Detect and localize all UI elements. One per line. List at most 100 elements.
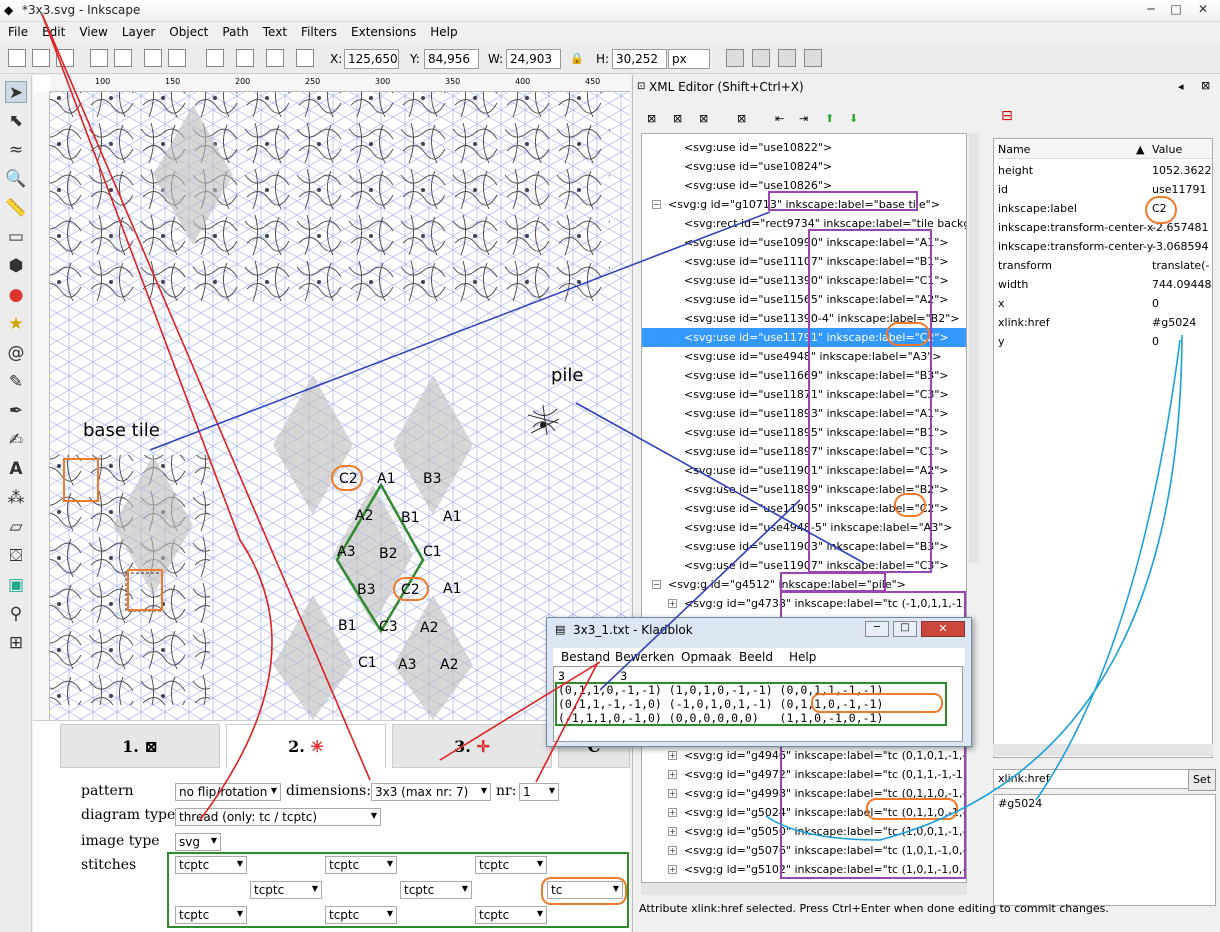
- star-tool-icon[interactable]: ★: [5, 313, 27, 335]
- image-type-select[interactable]: svg: [175, 833, 221, 851]
- notepad-menu-help[interactable]: Help: [789, 650, 816, 664]
- notepad-close-button[interactable]: ✕: [921, 621, 965, 637]
- attribute-row[interactable]: x0: [998, 294, 1212, 313]
- nr-spinner[interactable]: 1: [519, 783, 559, 801]
- menu-view[interactable]: View: [71, 23, 113, 39]
- calligraphy-tool-icon[interactable]: ✍: [5, 429, 27, 451]
- lower-to-bottom-icon[interactable]: [296, 49, 314, 67]
- notepad-minimize-button[interactable]: ─: [865, 621, 889, 637]
- raise-node-icon[interactable]: ⬆: [825, 112, 834, 125]
- stitch-select[interactable]: tcptc: [325, 906, 397, 924]
- attribute-name-input[interactable]: xlink:href: [993, 769, 1189, 789]
- dimensions-select[interactable]: 3x3 (max nr: 7): [371, 783, 491, 801]
- collapse-node-icon[interactable]: −: [652, 200, 661, 209]
- xml-tree-node[interactable]: <svg:use id="use10822">: [642, 138, 966, 157]
- tweak-tool-icon[interactable]: ≈: [5, 139, 27, 161]
- expand-node-icon[interactable]: +: [668, 846, 677, 855]
- menu-extensions[interactable]: Extensions: [343, 23, 422, 39]
- set-attribute-button[interactable]: Set: [1188, 769, 1216, 791]
- expand-node-icon[interactable]: +: [668, 808, 677, 817]
- notepad-maximize-button[interactable]: □: [893, 621, 917, 637]
- tree-horizontal-scrollbar[interactable]: [641, 883, 967, 895]
- raise-to-top-icon[interactable]: [206, 49, 224, 67]
- notepad-menu-bestand[interactable]: Bestand: [561, 650, 610, 664]
- attr-header-value[interactable]: Value: [1152, 140, 1182, 159]
- new-text-node-icon[interactable]: ⊠: [673, 112, 682, 125]
- lower-node-icon[interactable]: ⬇: [849, 112, 858, 125]
- attribute-row[interactable]: inkscape:label C2: [998, 199, 1212, 218]
- stitch-select[interactable]: tcptc: [475, 856, 547, 874]
- tab-3[interactable]: 3. ✛: [392, 724, 552, 768]
- attribute-row[interactable]: xlink:href #g5024: [998, 313, 1212, 332]
- notepad-menu-opmaak[interactable]: Opmaak: [681, 650, 731, 664]
- attr-horizontal-scrollbar[interactable]: [993, 744, 1213, 756]
- stitch-select[interactable]: tcptc: [250, 881, 322, 899]
- stitch-select[interactable]: tcptc: [325, 856, 397, 874]
- expand-node-icon[interactable]: +: [668, 599, 677, 608]
- select-in-all-layers-icon[interactable]: [32, 49, 50, 67]
- spray-tool-icon[interactable]: ⁂: [5, 487, 27, 509]
- transform-patterns-icon[interactable]: [804, 49, 822, 67]
- transform-gradients-icon[interactable]: [778, 49, 796, 67]
- 3d-box-tool-icon[interactable]: ⬢: [5, 255, 27, 277]
- attribute-row[interactable]: height 1052.3622: [998, 161, 1212, 180]
- raise-icon[interactable]: [236, 49, 254, 67]
- flip-horizontal-icon[interactable]: [144, 49, 162, 67]
- lower-icon[interactable]: [266, 49, 284, 67]
- expand-node-icon[interactable]: +: [668, 865, 677, 874]
- y-input[interactable]: 84,956: [424, 49, 479, 69]
- attribute-row[interactable]: id use11791: [998, 180, 1212, 199]
- indent-node-icon[interactable]: ⇥: [799, 112, 808, 125]
- node-tool-icon[interactable]: ⬉: [5, 110, 27, 132]
- menu-file[interactable]: File: [0, 23, 34, 39]
- paint-bucket-tool-icon[interactable]: ⛋: [5, 545, 27, 567]
- width-input[interactable]: 24,903: [506, 49, 561, 69]
- rectangle-tool-icon[interactable]: ▭: [5, 226, 27, 248]
- pen-tool-icon[interactable]: ✒: [5, 400, 27, 422]
- x-input[interactable]: 125,650: [344, 49, 399, 69]
- deselect-icon[interactable]: [56, 49, 74, 67]
- height-input[interactable]: 30,252: [612, 49, 667, 69]
- attribute-value-input[interactable]: #g5024: [993, 794, 1216, 906]
- dropper-tool-icon[interactable]: ⚲: [5, 603, 27, 625]
- gradient-tool-icon[interactable]: ▣: [5, 574, 27, 596]
- xml-tree-node[interactable]: <svg:use id="use10824">: [642, 157, 966, 176]
- notepad-menu-bewerken[interactable]: Bewerken: [615, 650, 674, 664]
- attribute-table[interactable]: Name ▲ Value height 1052.3622 id use11791 in…: [993, 138, 1213, 758]
- stitch-select[interactable]: tcptc: [400, 881, 472, 899]
- menu-path[interactable]: Path: [214, 23, 254, 39]
- expand-node-icon[interactable]: +: [668, 789, 677, 798]
- duplicate-node-icon[interactable]: ⊠: [699, 112, 708, 125]
- drawing-canvas[interactable]: base tile pile C2 A1 B3 A2 B1 A1 A3 B2 C…: [33, 75, 630, 720]
- stitch-select[interactable]: tcptc: [475, 906, 547, 924]
- eraser-tool-icon[interactable]: ▱: [5, 516, 27, 538]
- ellipse-tool-icon[interactable]: ●: [5, 284, 27, 306]
- flip-vertical-icon[interactable]: [168, 49, 186, 67]
- stitch-select[interactable]: tcptc: [175, 856, 247, 874]
- pencil-tool-icon[interactable]: ✎: [5, 371, 27, 393]
- menu-help[interactable]: Help: [422, 23, 463, 39]
- diagram-type-select[interactable]: thread (only: tc / tcptc): [175, 808, 381, 826]
- expand-node-icon[interactable]: +: [668, 827, 677, 836]
- maximize-button[interactable]: □: [1165, 2, 1187, 18]
- expand-node-icon[interactable]: +: [668, 770, 677, 779]
- panel-close-icon[interactable]: ⊠: [1201, 79, 1210, 92]
- minimize-button[interactable]: ─: [1140, 2, 1162, 18]
- menu-text[interactable]: Text: [255, 23, 293, 39]
- scale-stroke-icon[interactable]: [726, 49, 744, 67]
- dock-icon[interactable]: ◂: [1178, 80, 1184, 93]
- collapse-node-icon[interactable]: −: [652, 580, 661, 589]
- attribute-row[interactable]: inkscape:transform-center-y -3.068594: [998, 237, 1212, 256]
- attribute-row[interactable]: width 744.09448: [998, 275, 1212, 294]
- scale-corners-icon[interactable]: [752, 49, 770, 67]
- menu-filters[interactable]: Filters: [293, 23, 343, 39]
- tab-2[interactable]: 2. ✳: [226, 724, 386, 768]
- lock-icon[interactable]: 🔒: [570, 52, 584, 65]
- attribute-row[interactable]: y0: [998, 332, 1212, 351]
- delete-attribute-icon[interactable]: ⊟: [1001, 108, 1013, 124]
- unit-select[interactable]: px: [668, 49, 710, 69]
- new-element-node-icon[interactable]: ⊠: [647, 112, 656, 125]
- expand-node-icon[interactable]: +: [668, 751, 677, 760]
- attr-header-name[interactable]: Name: [998, 143, 1030, 156]
- unindent-node-icon[interactable]: ⇤: [775, 112, 784, 125]
